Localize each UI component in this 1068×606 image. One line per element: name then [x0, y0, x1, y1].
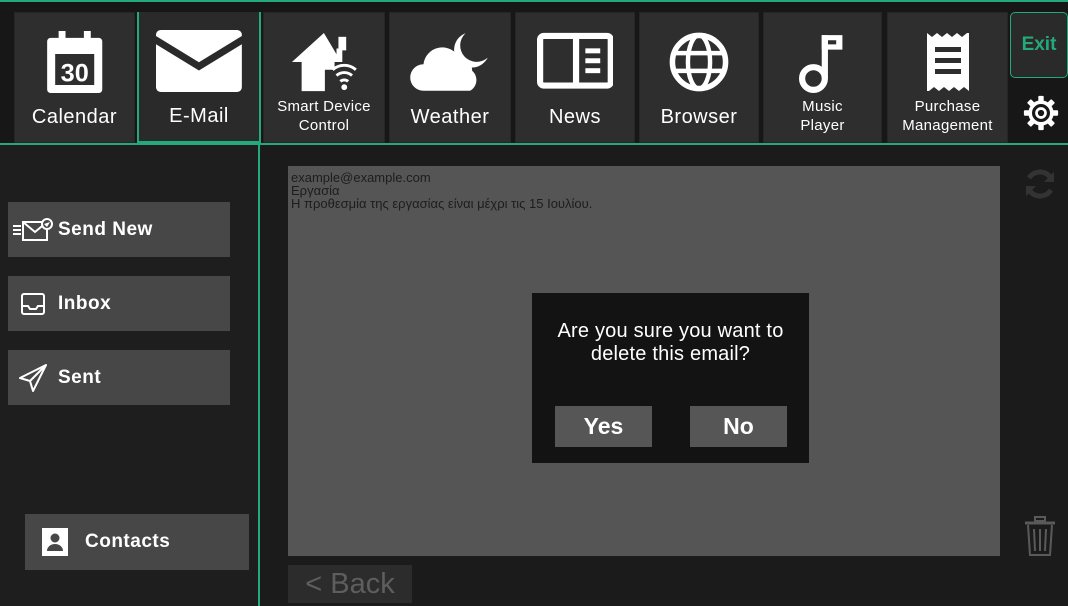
dialog-message: Are you sure you want to delete this ema…	[557, 320, 784, 365]
app-tile-news[interactable]: News	[515, 12, 635, 143]
no-button[interactable]: No	[690, 406, 787, 447]
refresh-icon	[1025, 169, 1055, 199]
email-from: example@example.com	[291, 170, 431, 185]
back-button[interactable]: < Back	[288, 565, 412, 603]
receipt-icon	[888, 31, 1007, 93]
refresh-button[interactable]	[1022, 166, 1058, 202]
app-label: News	[548, 106, 601, 128]
app-tile-weather[interactable]: Weather	[389, 12, 511, 143]
delete-button[interactable]	[1022, 515, 1058, 559]
app-tile-email[interactable]: E-Mail	[137, 12, 261, 143]
send-new-label: Send New	[58, 218, 153, 240]
app-label: Purchase Management	[902, 98, 993, 134]
app-label: E-Mail	[169, 105, 229, 127]
app-tile-calendar[interactable]: 30 Calendar	[14, 12, 135, 143]
email-body: Η προθεσμία της εργασίας είναι μέχρι τις…	[291, 196, 593, 211]
news-icon	[516, 31, 634, 93]
trash-icon	[1025, 516, 1055, 556]
app-label: Weather	[410, 106, 490, 128]
app-label: Calendar	[31, 106, 118, 128]
weather-icon	[390, 31, 510, 93]
app-bar: 30 Calendar E-Mail Smart Device Control …	[0, 0, 1068, 145]
yes-button[interactable]: Yes	[555, 406, 652, 447]
mail-icon	[139, 30, 259, 92]
music-note-icon	[764, 31, 881, 93]
app-label: Music Player	[800, 98, 845, 134]
app-tile-music-player[interactable]: Music Player	[763, 12, 882, 143]
exit-button[interactable]: Exit	[1010, 12, 1068, 78]
app-label: Browser	[660, 106, 738, 128]
sent-button[interactable]: Sent	[8, 350, 230, 405]
calendar-icon: 30	[15, 31, 134, 93]
app-tile-smart-device-control[interactable]: Smart Device Control	[263, 12, 385, 143]
inbox-button[interactable]: Inbox	[8, 276, 230, 331]
gear-icon	[1023, 95, 1059, 131]
contact-card-icon	[25, 528, 85, 556]
contacts-button[interactable]: Contacts	[25, 514, 249, 570]
globe-icon	[640, 31, 758, 93]
settings-button[interactable]	[1016, 88, 1066, 138]
inbox-label: Inbox	[58, 292, 112, 314]
svg-text:30: 30	[60, 60, 88, 88]
send-mail-icon	[8, 202, 58, 257]
paper-plane-icon	[8, 350, 58, 405]
app-label: Smart Device Control	[277, 98, 371, 134]
sidebar: Send New Inbox Sent Contacts	[0, 145, 260, 606]
app-tile-purchase-management[interactable]: Purchase Management	[887, 12, 1008, 143]
delete-confirm-dialog: Are you sure you want to delete this ema…	[532, 293, 809, 463]
inbox-icon	[8, 276, 58, 331]
send-new-button[interactable]: Send New	[8, 202, 230, 257]
app-tile-browser[interactable]: Browser	[639, 12, 759, 143]
contacts-label: Contacts	[85, 531, 171, 552]
smart-home-icon	[264, 31, 384, 93]
sent-label: Sent	[58, 366, 102, 388]
